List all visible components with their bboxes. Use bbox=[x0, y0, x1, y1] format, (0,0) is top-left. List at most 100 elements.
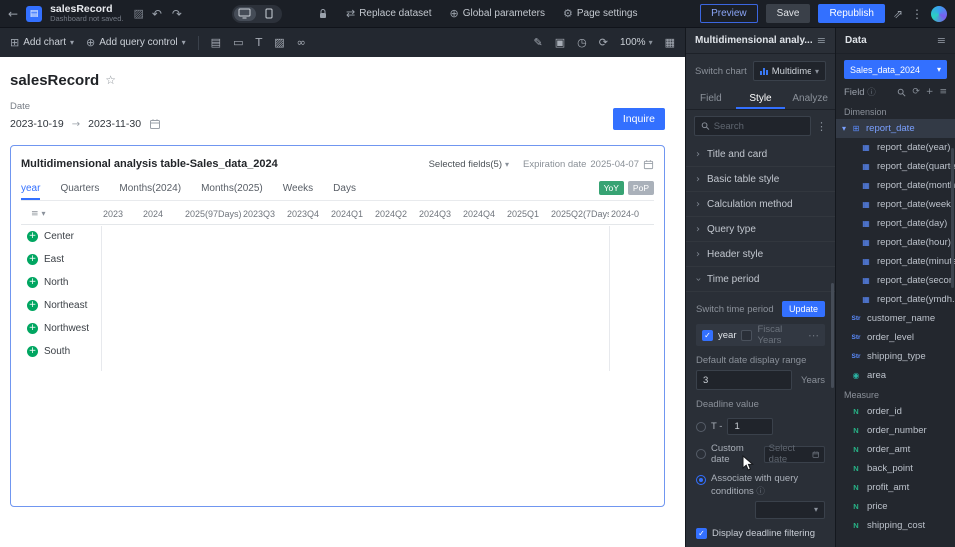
style-section-collapsed[interactable]: › Header style bbox=[686, 242, 835, 267]
collapse-panel-icon[interactable]: ≡ bbox=[817, 34, 826, 47]
preview-button[interactable]: Preview bbox=[700, 4, 758, 23]
zoom-control[interactable]: 100% ▾ bbox=[620, 37, 653, 48]
table-row[interactable]: + South bbox=[21, 340, 654, 363]
field-item[interactable]: Str order_level bbox=[836, 328, 955, 347]
mobile-view-button[interactable] bbox=[258, 7, 280, 21]
selected-fields-dropdown[interactable]: Selected fields(5) ▾ bbox=[429, 159, 509, 170]
tab-component-icon[interactable]: ▤ bbox=[211, 36, 221, 49]
expand-plus-icon[interactable]: + bbox=[27, 346, 38, 357]
column-header[interactable]: 2025Q1 bbox=[505, 209, 549, 219]
column-header[interactable]: 2024-0 bbox=[609, 209, 659, 219]
expand-plus-icon[interactable]: + bbox=[27, 300, 38, 311]
date-range-picker[interactable]: 2023-10-19 → 2023-11-30 bbox=[10, 118, 161, 130]
field-item[interactable]: N back_point bbox=[836, 459, 955, 478]
field-item[interactable]: ▦ report_date(secon... bbox=[836, 271, 955, 290]
table-row[interactable]: + Center bbox=[21, 225, 654, 248]
style-panel-tab[interactable]: Analyze bbox=[785, 87, 835, 109]
style-section-collapsed[interactable]: › Basic table style bbox=[686, 167, 835, 192]
column-header[interactable]: 2025Q2(7Days) bbox=[549, 209, 609, 219]
field-item[interactable]: Str shipping_type bbox=[836, 347, 955, 366]
column-header[interactable]: 2024Q4 bbox=[461, 209, 505, 219]
column-header[interactable]: 2023 bbox=[101, 209, 141, 219]
replace-dataset-button[interactable]: ⇄ Replace dataset bbox=[346, 7, 432, 20]
time-period-tab[interactable]: year bbox=[21, 178, 40, 200]
fiscal-years-checkbox[interactable] bbox=[741, 330, 752, 341]
share-icon[interactable]: ⇗ bbox=[893, 8, 903, 20]
field-report-date[interactable]: ▾ ⊞ report_date bbox=[836, 119, 955, 138]
redo-icon[interactable]: ↷ bbox=[172, 7, 182, 21]
column-header[interactable]: 2024Q1 bbox=[329, 209, 373, 219]
yoy-toggle[interactable]: YoY bbox=[599, 181, 624, 195]
style-panel-tab[interactable]: Field bbox=[686, 87, 736, 109]
add-query-control-button[interactable]: ⊕ Add query control ▾ bbox=[86, 36, 186, 49]
text-icon[interactable]: T bbox=[255, 36, 262, 49]
more-options-icon[interactable]: ⋮ bbox=[816, 120, 827, 133]
image-icon[interactable]: ▨ bbox=[274, 36, 284, 49]
column-header[interactable]: 2023Q3 bbox=[241, 209, 285, 219]
refresh-icon[interactable]: ⟳ bbox=[912, 87, 920, 97]
scrollbar-thumb[interactable] bbox=[831, 283, 834, 388]
time-period-tab[interactable]: Months(2024) bbox=[119, 178, 181, 200]
field-item[interactable]: N profit_amt bbox=[836, 478, 955, 497]
field-menu-icon[interactable]: ≡ bbox=[939, 87, 947, 97]
field-area[interactable]: ◉ area bbox=[836, 366, 955, 385]
back-icon[interactable]: ← bbox=[8, 8, 18, 20]
time-period-tab[interactable]: Weeks bbox=[283, 178, 313, 200]
custom-date-input[interactable]: Select date bbox=[764, 446, 825, 463]
update-button[interactable]: Update bbox=[782, 301, 825, 317]
more-menu-icon[interactable]: ⋮ bbox=[911, 8, 923, 20]
save-button[interactable]: Save bbox=[766, 4, 811, 23]
analysis-table-card[interactable]: Multidimensional analysis table-Sales_da… bbox=[10, 145, 665, 507]
style-section-time-period[interactable]: › Time period bbox=[686, 267, 835, 292]
info-icon[interactable]: ⓘ bbox=[756, 487, 765, 497]
expand-plus-icon[interactable]: + bbox=[27, 254, 38, 265]
deadline-filter-checkbox[interactable]: ✓ bbox=[696, 528, 707, 539]
expand-plus-icon[interactable]: + bbox=[27, 323, 38, 334]
style-section-collapsed[interactable]: › Calculation method bbox=[686, 192, 835, 217]
associate-query-select[interactable]: ▾ bbox=[755, 501, 825, 519]
table-row[interactable]: + North bbox=[21, 271, 654, 294]
table-filter-cell[interactable]: ≡ ▾ bbox=[21, 209, 101, 219]
add-chart-button[interactable]: ⊞ Add chart ▾ bbox=[10, 36, 74, 49]
field-item[interactable]: N price bbox=[836, 497, 955, 516]
format-brush-icon[interactable]: ✎ bbox=[534, 36, 543, 49]
table-row[interactable]: + Northwest bbox=[21, 317, 654, 340]
scrollbar-thumb[interactable] bbox=[951, 148, 954, 288]
pop-toggle[interactable]: PoP bbox=[628, 181, 654, 195]
field-item[interactable]: ▦ report_date(ymdh... bbox=[836, 290, 955, 309]
column-header[interactable]: 2024Q3 bbox=[417, 209, 461, 219]
time-period-tab[interactable]: Days bbox=[333, 178, 356, 200]
expand-plus-icon[interactable]: + bbox=[27, 277, 38, 288]
t-minus-input[interactable]: 1 bbox=[727, 418, 773, 435]
page-settings-button[interactable]: ⚙ Page settings bbox=[563, 7, 637, 20]
style-search-box[interactable] bbox=[694, 116, 811, 136]
field-item[interactable]: ▦ report_date(hour) bbox=[836, 233, 955, 252]
info-icon[interactable]: ⓘ bbox=[867, 88, 876, 98]
grid-layout-icon[interactable]: ▦ bbox=[665, 36, 675, 49]
more-options-icon[interactable]: ⋯ bbox=[808, 329, 819, 342]
picture-icon[interactable]: ▨ bbox=[133, 8, 143, 19]
refresh-icon[interactable]: ⟳ bbox=[599, 36, 608, 49]
switch-chart-select[interactable]: Multidimen... ▾ bbox=[753, 61, 826, 81]
field-item[interactable]: N order_id bbox=[836, 402, 955, 421]
custom-date-radio[interactable] bbox=[696, 449, 706, 459]
table-row[interactable]: + Northeast bbox=[21, 294, 654, 317]
undo-icon[interactable]: ↶ bbox=[152, 7, 162, 21]
calendar-icon[interactable] bbox=[643, 159, 654, 170]
style-section-collapsed[interactable]: › Title and card bbox=[686, 142, 835, 167]
range-value-input[interactable]: 3 bbox=[696, 370, 792, 390]
field-item[interactable]: ▦ report_date(minute) bbox=[836, 252, 955, 271]
avatar[interactable] bbox=[931, 6, 947, 22]
favorite-star-icon[interactable]: ☆ bbox=[105, 73, 116, 87]
lock-button[interactable] bbox=[318, 8, 328, 19]
time-period-tab[interactable]: Months(2025) bbox=[201, 178, 263, 200]
field-item[interactable]: N shipping_cost bbox=[836, 516, 955, 535]
associate-query-radio[interactable] bbox=[696, 475, 706, 485]
style-panel-tab[interactable]: Style bbox=[736, 87, 786, 109]
global-parameters-button[interactable]: ⊕ Global parameters bbox=[449, 7, 544, 20]
style-section-collapsed[interactable]: › Query type bbox=[686, 217, 835, 242]
desktop-view-button[interactable] bbox=[234, 7, 256, 21]
field-item[interactable]: ▦ report_date(month) bbox=[836, 176, 955, 195]
container-icon[interactable]: ▭ bbox=[233, 36, 243, 49]
field-item[interactable]: ▦ report_date(year) bbox=[836, 138, 955, 157]
